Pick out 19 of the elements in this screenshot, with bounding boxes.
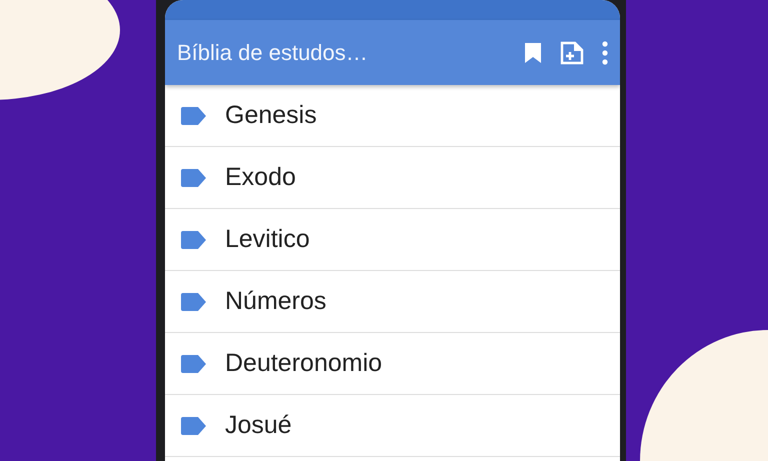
label-icon [181,416,207,434]
label-icon [181,292,207,310]
book-item[interactable]: Josué [165,395,620,457]
label-icon [181,230,207,248]
menu-button[interactable] [602,40,608,64]
bookmark-button[interactable] [524,42,542,64]
book-item[interactable]: Genesis [165,85,620,147]
book-item[interactable]: Levitico [165,209,620,271]
label-icon [181,354,207,372]
more-icon [602,40,608,64]
label-icon [181,106,207,124]
file-plus-icon [560,40,584,64]
book-item[interactable]: Números [165,271,620,333]
add-note-button[interactable] [560,40,584,64]
app-title: Bíblia de estudos… [177,40,369,66]
book-item[interactable]: Exodo [165,147,620,209]
book-item[interactable]: Deuteronomio [165,333,620,395]
label-icon [181,168,207,186]
bookmark-icon [524,42,542,64]
